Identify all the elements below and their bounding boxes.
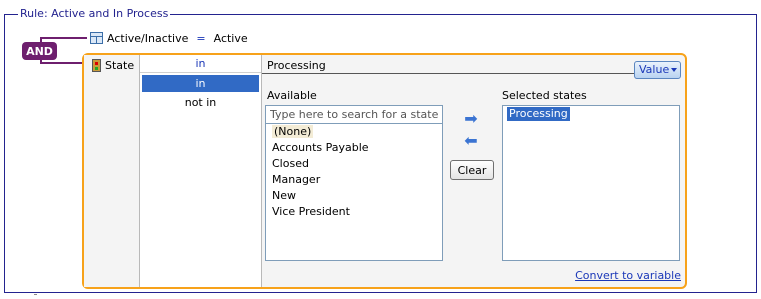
- and-connector-top: [40, 37, 87, 39]
- available-label: Available: [267, 89, 317, 102]
- clear-button[interactable]: Clear: [450, 160, 494, 180]
- operator-header[interactable]: in: [140, 55, 261, 73]
- arrow-right-icon[interactable]: ➡: [462, 111, 480, 127]
- value-header: Processing: [267, 59, 326, 72]
- list-item[interactable]: Accounts Payable: [266, 140, 442, 156]
- state-search-input[interactable]: [265, 105, 443, 124]
- value-editor: Processing Value Available Selected stat…: [262, 55, 685, 287]
- and-connector-bottom: [40, 62, 84, 64]
- state-field-label: State: [105, 59, 135, 72]
- condition-field: Active/Inactive: [107, 31, 189, 45]
- state-field-icon: [92, 59, 101, 72]
- convert-to-variable-link[interactable]: Convert to variable: [575, 269, 681, 282]
- condition-value[interactable]: Active: [214, 32, 248, 45]
- state-field-column: State: [84, 55, 139, 287]
- operator-option-not-in[interactable]: not in: [142, 94, 259, 111]
- selected-states-label: Selected states: [502, 89, 587, 102]
- rule-title: Rule: Active and In Process: [18, 7, 171, 20]
- table-field-icon: [90, 32, 103, 44]
- value-header-divider: [262, 73, 681, 74]
- chevron-down-icon: [671, 68, 677, 72]
- value-type-label: Value: [639, 63, 670, 76]
- list-item[interactable]: Processing: [507, 107, 570, 121]
- condition-active-inactive[interactable]: Active/Inactive = Active: [90, 30, 248, 46]
- condition-operator[interactable]: =: [196, 32, 205, 45]
- selected-states-list[interactable]: Processing: [502, 105, 680, 261]
- operator-option-in[interactable]: in: [142, 75, 259, 92]
- state-condition-editor: State in in not in Processing Value Avai…: [82, 53, 687, 289]
- operator-column: in in not in: [139, 55, 262, 287]
- divider: [34, 294, 37, 295]
- arrow-left-icon[interactable]: ⬅: [462, 133, 480, 149]
- list-item[interactable]: New: [266, 188, 442, 204]
- available-states-list[interactable]: (None) Accounts Payable Closed Manager N…: [265, 124, 443, 261]
- list-item[interactable]: Closed: [266, 156, 442, 172]
- and-operator-badge[interactable]: AND: [22, 42, 57, 60]
- list-item[interactable]: Vice President: [266, 204, 442, 220]
- list-item[interactable]: (None): [266, 124, 442, 140]
- list-item[interactable]: Manager: [266, 172, 442, 188]
- value-type-dropdown[interactable]: Value: [634, 61, 681, 79]
